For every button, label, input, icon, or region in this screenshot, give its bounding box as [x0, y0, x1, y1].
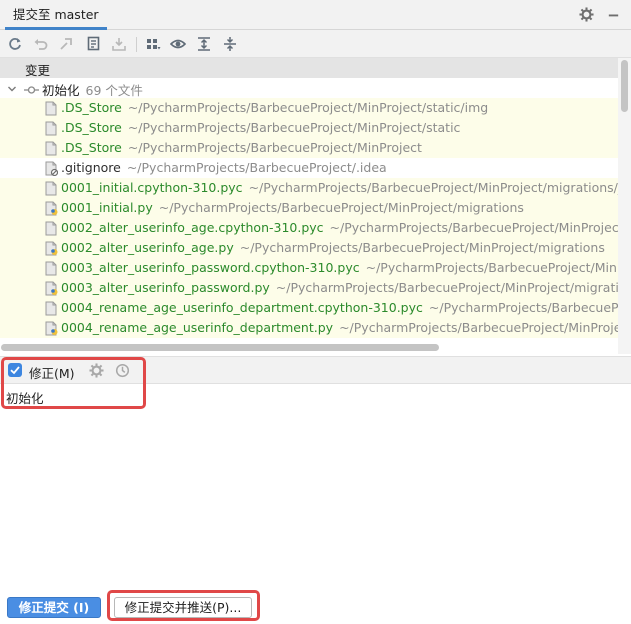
file-name: 0001_initial.py	[61, 200, 153, 215]
file-row[interactable]: 0001_initial.cpython-310.pyc ~/PycharmPro…	[0, 178, 618, 198]
commit-history-clock-icon[interactable]	[115, 363, 130, 378]
amend-bar: 修正(M)	[0, 356, 631, 384]
shelve-icon[interactable]	[111, 36, 127, 52]
file-row[interactable]: .gitignore ~/PycharmProjects/BarbecueProj…	[0, 158, 618, 178]
file-name: 0004_rename_age_userinfo_department.cpyt…	[61, 300, 423, 315]
python-file-icon	[45, 241, 58, 256]
amend-commit-button[interactable]: 修正提交 (I)	[7, 597, 101, 618]
file-path: ~/PycharmProjects/BarbecueProject/MinPro…	[275, 280, 618, 295]
file-path: ~/PycharmProjects/BarbecueProject/MinPro…	[127, 100, 489, 115]
minimize-icon[interactable]	[606, 7, 621, 25]
file-name: .gitignore	[61, 160, 121, 175]
changelist-name: 初始化	[42, 83, 80, 98]
file-name: .DS_Store	[61, 100, 122, 115]
python-file-icon	[45, 201, 58, 216]
file-icon	[45, 261, 58, 276]
file-icon	[45, 301, 58, 316]
refresh-icon[interactable]	[7, 36, 23, 52]
amend-checkbox[interactable]	[8, 363, 22, 377]
file-icon	[45, 101, 58, 116]
show-diff-icon[interactable]	[86, 36, 102, 52]
vertical-scrollbar[interactable]	[621, 60, 628, 112]
file-path: ~/PycharmProjects/BarbecueProject/MinPro…	[365, 260, 618, 275]
commit-options-gear-icon[interactable]	[89, 363, 104, 378]
group-by-icon[interactable]	[145, 36, 161, 52]
amend-label[interactable]: 修正(M)	[29, 363, 75, 382]
file-row[interactable]: 0002_alter_userinfo_age.cpython-310.pyc ~…	[0, 218, 618, 238]
changes-header-label: 变更	[25, 63, 51, 78]
file-path: ~/PycharmProjects/BarbecueProject/MinPro…	[248, 180, 618, 195]
file-row[interactable]: 0003_alter_userinfo_password.cpython-310…	[0, 258, 618, 278]
changes-tree: 变更 初始化 69 个文件 .DS_Store ~/PycharmProjects/…	[0, 58, 631, 354]
file-icon	[45, 121, 58, 136]
file-row[interactable]: .DS_Store ~/PycharmProjects/BarbecueProje…	[0, 138, 618, 158]
file-path: ~/PycharmProjects/BarbecueProject/MinPro…	[329, 220, 618, 235]
file-path: ~/PycharmProjects/BarbecueProject/MinPro…	[428, 300, 618, 315]
python-file-icon	[45, 281, 58, 296]
tab-title: 提交至 master	[13, 7, 99, 22]
file-row[interactable]: 0003_alter_userinfo_password.py ~/Pycharm…	[0, 278, 618, 298]
file-icon	[45, 221, 58, 236]
commit-message-text[interactable]: 初始化	[6, 388, 44, 407]
python-file-icon	[45, 321, 58, 336]
amend-commit-push-button[interactable]: 修正提交并推送(P)...	[114, 597, 252, 618]
toolbar-separator	[136, 37, 137, 52]
file-name: 0001_initial.cpython-310.pyc	[61, 180, 243, 195]
collapse-all-icon[interactable]	[222, 36, 238, 52]
file-name: 0002_alter_userinfo_age.py	[61, 240, 234, 255]
file-icon	[45, 141, 58, 156]
file-row[interactable]: 0004_rename_age_userinfo_department.py ~/…	[0, 318, 618, 338]
file-name: 0004_rename_age_userinfo_department.py	[61, 320, 334, 335]
file-row[interactable]: .DS_Store ~/PycharmProjects/BarbecueProje…	[0, 118, 618, 138]
changelist-count: 69 个文件	[85, 83, 143, 98]
file-path: ~/PycharmProjects/BarbecueProject/MinPro…	[127, 140, 422, 155]
file-path: ~/PycharmProjects/BarbecueProject/MinPro…	[158, 200, 524, 215]
file-row[interactable]: 0004_rename_age_userinfo_department.cpyt…	[0, 298, 618, 318]
file-icon	[45, 181, 58, 196]
horizontal-scrollbar[interactable]	[1, 344, 439, 351]
file-row[interactable]: 0001_initial.py ~/PycharmProjects/Barbecu…	[0, 198, 618, 218]
chevron-down-icon[interactable]	[7, 82, 17, 92]
undo-icon[interactable]	[33, 36, 49, 52]
commit-message-editor[interactable]: 初始化	[0, 384, 631, 589]
preview-icon[interactable]	[170, 36, 186, 52]
commit-actions: 修正提交 (I) 修正提交并推送(P)...	[0, 589, 631, 624]
tool-window-header: 提交至 master	[0, 0, 631, 30]
file-name: .DS_Store	[61, 120, 122, 135]
file-row[interactable]: .DS_Store ~/PycharmProjects/BarbecueProje…	[0, 98, 618, 118]
file-name: .DS_Store	[61, 140, 122, 155]
gear-icon[interactable]	[579, 7, 594, 25]
expand-all-icon[interactable]	[196, 36, 212, 52]
file-path: ~/PycharmProjects/BarbecueProject/MinPro…	[127, 120, 461, 135]
file-path: ~/PycharmProjects/BarbecueProject/MinPro…	[339, 320, 618, 335]
revert-icon[interactable]	[58, 36, 74, 52]
commit-node-icon	[24, 83, 39, 94]
changes-header[interactable]: 变更	[0, 58, 618, 78]
file-row[interactable]: 0002_alter_userinfo_age.py ~/PycharmProje…	[0, 238, 618, 258]
tab-commit-to-master[interactable]: 提交至 master	[5, 0, 107, 30]
changelist-group[interactable]: 初始化 69 个文件	[0, 78, 618, 98]
ignored-file-icon	[45, 161, 58, 176]
file-path: ~/PycharmProjects/BarbecueProject/MinPro…	[239, 240, 605, 255]
file-name: 0003_alter_userinfo_password.cpython-310…	[61, 260, 360, 275]
file-path: ~/PycharmProjects/BarbecueProject/.idea	[126, 160, 387, 175]
commit-toolbar	[0, 30, 631, 58]
file-name: 0003_alter_userinfo_password.py	[61, 280, 270, 295]
file-name: 0002_alter_userinfo_age.cpython-310.pyc	[61, 220, 324, 235]
